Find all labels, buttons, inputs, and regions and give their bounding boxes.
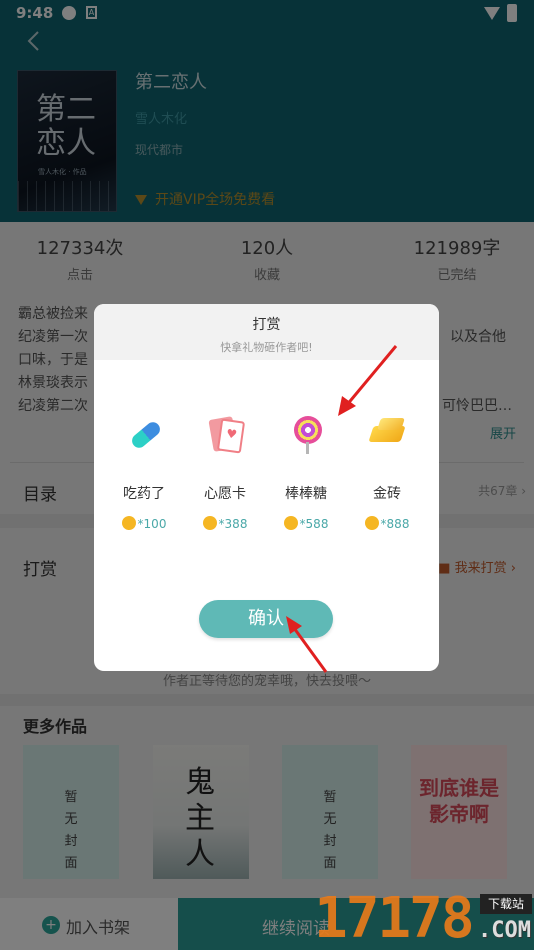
annotation-arrow-icon <box>286 616 328 673</box>
dialog-title: 打赏 <box>252 317 281 333</box>
gift-option-pill[interactable]: 吃药了 *100 <box>104 412 184 532</box>
gift-price: *388 <box>185 516 265 531</box>
gift-price-value: *888 <box>380 517 410 531</box>
coin-icon <box>202 516 217 530</box>
lollipop-icon <box>284 412 328 456</box>
gift-option-lollipop[interactable]: 棒棒糖 *588 <box>266 412 346 532</box>
wish-card-icon <box>203 412 247 456</box>
annotation-arrow-icon <box>338 345 398 416</box>
coin-icon <box>121 516 136 530</box>
gift-price: *588 <box>266 516 346 531</box>
gift-price-value: *100 <box>137 517 167 531</box>
gift-name: 金砖 <box>373 486 401 502</box>
gift-name: 吃药了 <box>123 486 165 502</box>
gift-price-value: *588 <box>299 517 329 531</box>
coin-icon <box>364 516 379 530</box>
gift-price-value: *388 <box>218 517 248 531</box>
gift-name: 心愿卡 <box>204 486 246 502</box>
gift-option-gold-brick[interactable]: 金砖 *888 <box>347 412 427 532</box>
watermark: 17178 下载站 .COM <box>312 888 534 950</box>
watermark-number: 17178 <box>314 886 475 950</box>
gift-name: 棒棒糖 <box>285 486 327 502</box>
watermark-badge: 下载站 <box>480 894 532 914</box>
coin-icon <box>283 516 298 530</box>
watermark-domain: .COM <box>478 918 531 943</box>
gift-option-wish-card[interactable]: 心愿卡 *388 <box>185 412 265 532</box>
gift-price: *888 <box>347 516 427 531</box>
pill-icon <box>122 412 166 456</box>
gift-price: *100 <box>104 516 184 531</box>
